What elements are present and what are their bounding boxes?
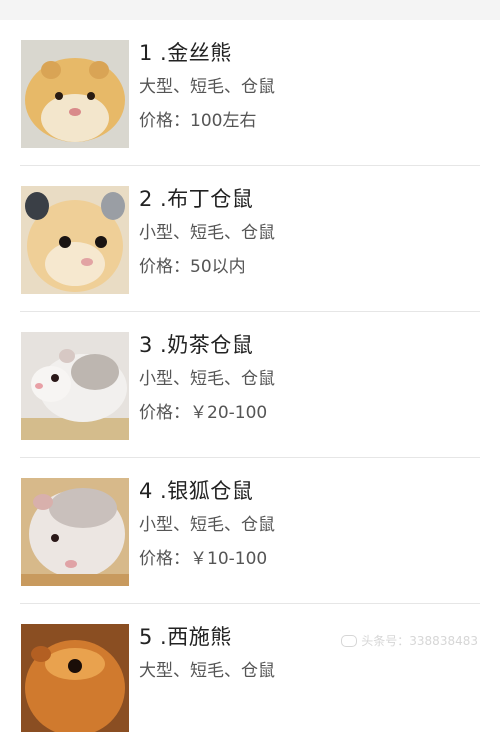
- item-price: 价格：50以内: [139, 252, 246, 277]
- item-price: 价格：￥20-100: [139, 398, 267, 423]
- item-tags: 小型、短毛、仓鼠: [139, 364, 275, 389]
- watermark-text: 头条号：338838483: [361, 632, 478, 649]
- pudding-hamster-photo: [21, 186, 129, 294]
- golden-hamster-photo: [21, 40, 129, 148]
- item-title: 5 .西施熊: [139, 621, 232, 651]
- item-title: 4 .银狐仓鼠: [139, 475, 253, 505]
- silver-fox-hamster-photo: [21, 478, 129, 586]
- item-title: 2 .布丁仓鼠: [139, 183, 253, 213]
- item-tags: 小型、短毛、仓鼠: [139, 510, 275, 535]
- item-tags: 小型、短毛、仓鼠: [139, 218, 275, 243]
- watermark-logo-icon: [341, 635, 357, 647]
- item-tags: 大型、短毛、仓鼠: [139, 72, 275, 97]
- top-status-strip: [0, 0, 500, 20]
- item-title: 3 .奶茶仓鼠: [139, 329, 253, 359]
- list-item[interactable]: 3 .奶茶仓鼠 小型、短毛、仓鼠 价格：￥20-100: [0, 312, 500, 458]
- teddy-hamster-photo: [21, 624, 129, 732]
- watermark: 头条号：338838483: [341, 632, 478, 649]
- item-title: 1 .金丝熊: [139, 37, 232, 67]
- item-price: 价格：￥10-100: [139, 544, 267, 569]
- list-item[interactable]: 4 .银狐仓鼠 小型、短毛、仓鼠 价格：￥10-100: [0, 458, 500, 604]
- list-item[interactable]: 5 .西施熊 大型、短毛、仓鼠: [0, 604, 500, 750]
- item-tags: 大型、短毛、仓鼠: [139, 656, 275, 681]
- list-item[interactable]: 2 .布丁仓鼠 小型、短毛、仓鼠 价格：50以内: [0, 166, 500, 312]
- item-price: 价格：100左右: [139, 106, 256, 131]
- list-item[interactable]: 1 .金丝熊 大型、短毛、仓鼠 价格：100左右: [0, 20, 500, 166]
- milk-tea-hamster-photo: [21, 332, 129, 440]
